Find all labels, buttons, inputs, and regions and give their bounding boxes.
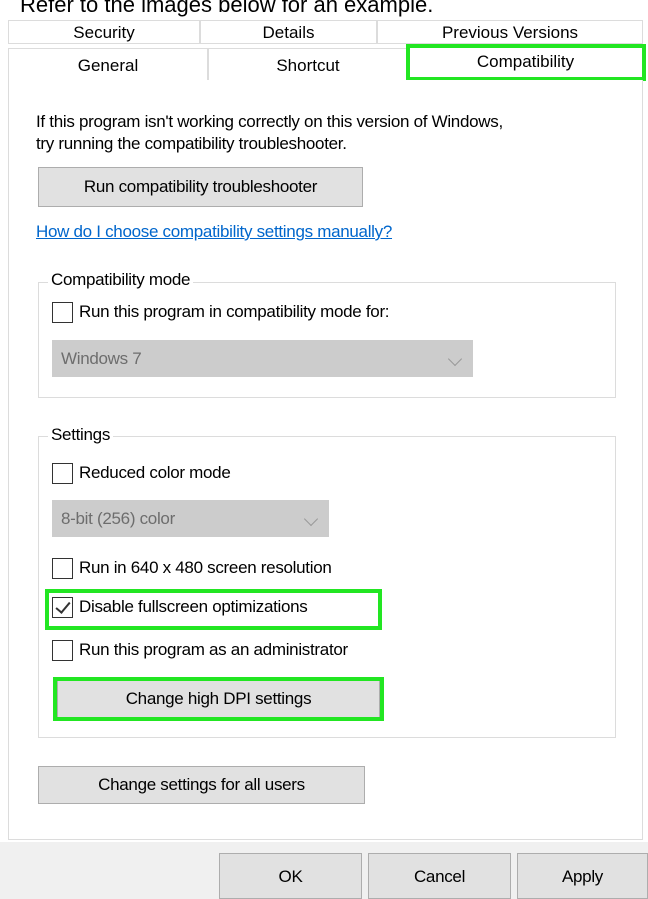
apply-button[interactable]: Apply (517, 853, 648, 899)
reduced-color-row[interactable]: Reduced color mode (52, 461, 231, 485)
tab-security[interactable]: Security (8, 20, 200, 44)
chevron-down-icon (447, 351, 463, 367)
tab-compatibility[interactable]: Compatibility (408, 44, 643, 80)
res-640-label: Run in 640 x 480 screen resolution (79, 558, 332, 577)
run-troubleshooter-button[interactable]: Run compatibility troubleshooter (38, 167, 363, 207)
change-all-users-button[interactable]: Change settings for all users (38, 766, 365, 804)
tab-shortcut[interactable]: Shortcut (208, 48, 408, 80)
res-640-row[interactable]: Run in 640 x 480 screen resolution (52, 556, 332, 580)
intro-text: If this program isn't working correctly … (36, 111, 503, 155)
compat-mode-checkbox[interactable] (52, 301, 73, 323)
admin-row[interactable]: Run this program as an administrator (52, 638, 348, 662)
tab-shortcut-label: Shortcut (276, 56, 340, 75)
compat-mode-label: Run this program in compatibility mode f… (79, 302, 390, 321)
admin-checkbox[interactable] (52, 639, 73, 661)
compat-os-select[interactable]: Windows 7 (52, 340, 473, 377)
tab-previous-versions[interactable]: Previous Versions (377, 20, 643, 44)
reduced-color-checkbox[interactable] (52, 462, 73, 484)
tab-general-label: General (77, 56, 139, 75)
ok-button[interactable]: OK (219, 853, 362, 899)
reduced-color-label: Reduced color mode (79, 463, 231, 482)
tab-details-label: Details (262, 23, 315, 42)
cancel-button[interactable]: Cancel (368, 853, 511, 899)
fullscreen-opt-label: Disable fullscreen optimizations (79, 597, 308, 616)
change-dpi-button[interactable]: Change high DPI settings (57, 680, 380, 718)
tab-general[interactable]: General (8, 48, 208, 80)
chevron-down-icon (303, 511, 319, 527)
color-depth-select[interactable]: 8-bit (256) color (52, 500, 329, 537)
tab-compatibility-label: Compatibility (476, 52, 575, 71)
admin-label: Run this program as an administrator (79, 640, 348, 659)
settings-group-label: Settings (48, 425, 114, 445)
manual-settings-link[interactable]: How do I choose compatibility settings m… (36, 222, 392, 242)
properties-dialog: Security Details Previous Versions Gener… (0, 0, 648, 899)
tab-security-label: Security (73, 23, 135, 42)
compat-os-select-value: Windows 7 (61, 349, 142, 368)
fullscreen-opt-row[interactable]: Disable fullscreen optimizations (52, 595, 308, 619)
intro-line-1: If this program isn't working correctly … (36, 112, 503, 131)
fullscreen-opt-checkbox[interactable] (52, 596, 73, 618)
tab-previous-versions-label: Previous Versions (441, 23, 579, 42)
intro-line-2: try running the compatibility troublesho… (36, 134, 347, 153)
color-depth-select-value: 8-bit (256) color (61, 509, 175, 528)
tab-details[interactable]: Details (200, 20, 377, 44)
res-640-checkbox[interactable] (52, 557, 73, 579)
compatibility-mode-group-label: Compatibility mode (48, 270, 194, 290)
compat-mode-row[interactable]: Run this program in compatibility mode f… (52, 300, 390, 324)
